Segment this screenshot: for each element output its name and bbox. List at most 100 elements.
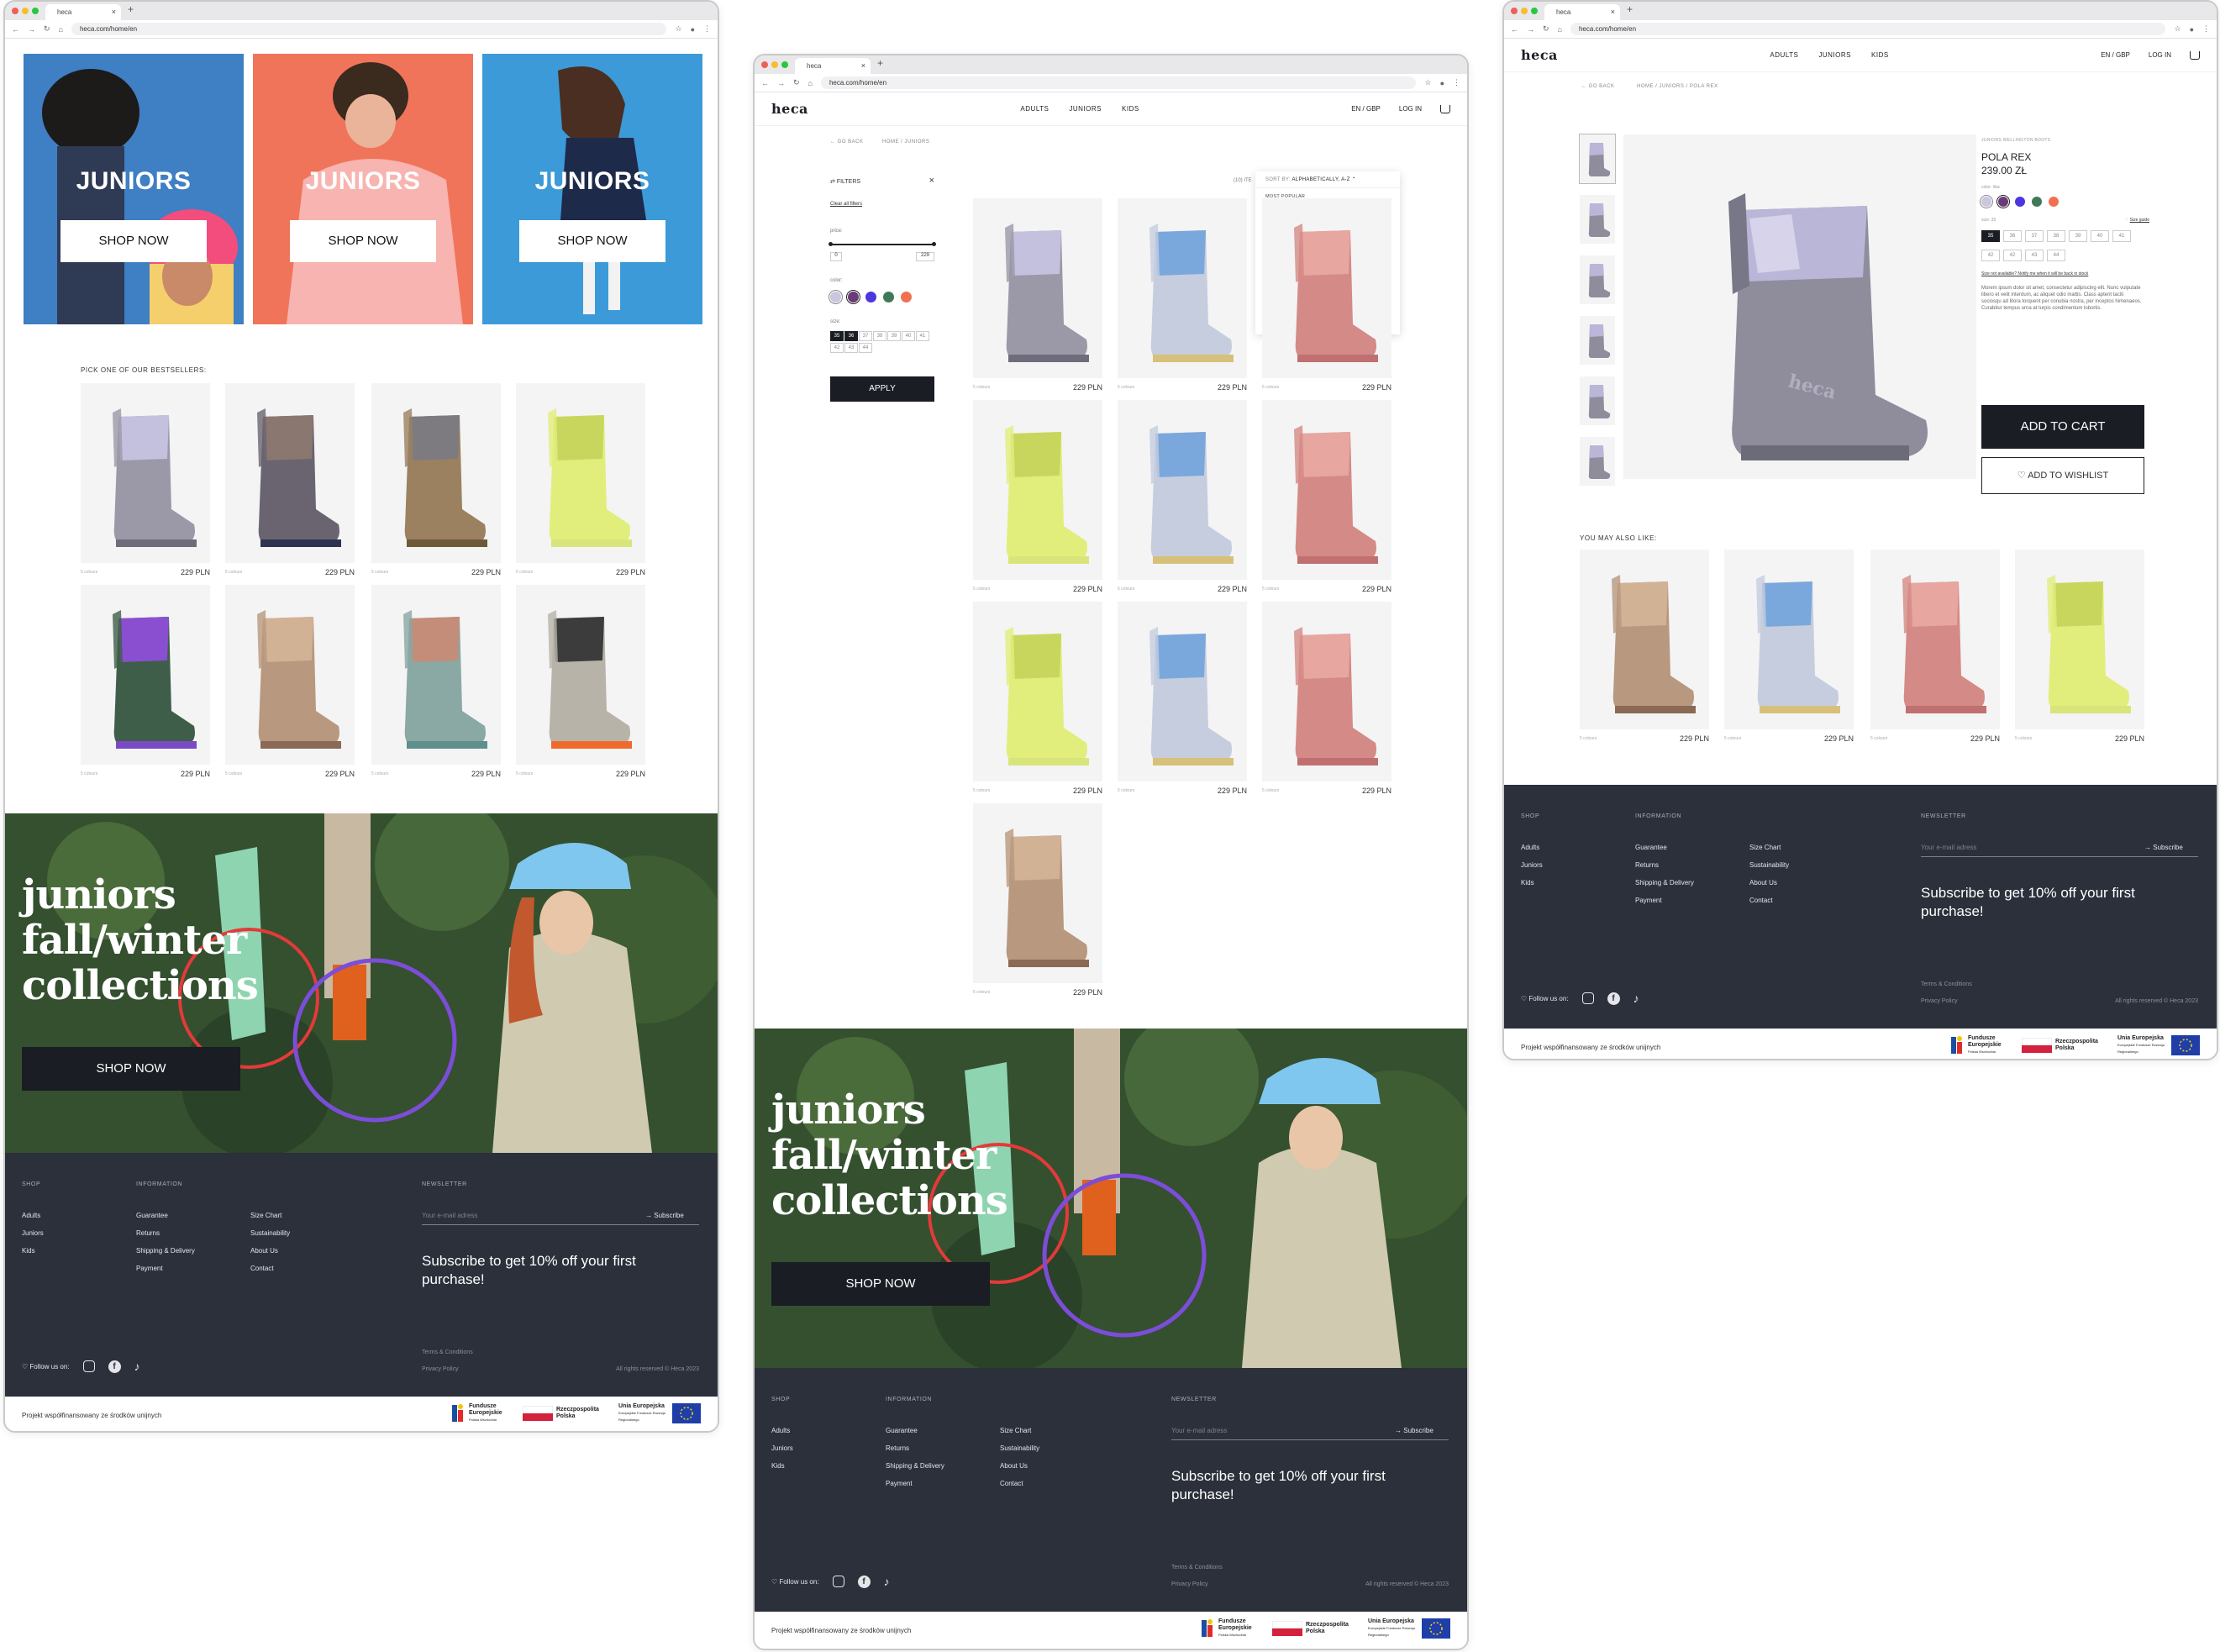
product-card[interactable]: 5 colours 229 PLN (371, 383, 501, 576)
product-card[interactable]: 5 colours 229 PLN (81, 585, 210, 778)
color-swatch[interactable] (2049, 196, 2059, 207)
size-option[interactable]: 37 (859, 331, 872, 341)
login-link[interactable]: LOG IN (2149, 51, 2171, 59)
browser-tab[interactable]: heca × (45, 4, 121, 20)
product-card[interactable]: 5 colours 229 PLN (1870, 550, 2000, 743)
privacy-link[interactable]: Privacy Policy (422, 1361, 473, 1378)
home-icon[interactable]: ⌂ (1558, 25, 1562, 34)
close-window-icon[interactable] (1511, 8, 1518, 14)
size-option[interactable]: 35 (1981, 230, 2000, 242)
footer-shop-link[interactable]: Juniors (22, 1224, 44, 1242)
url-field[interactable]: heca.com/home/en (1570, 23, 2166, 35)
terms-link[interactable]: Terms & Conditions (1921, 976, 1972, 993)
url-field[interactable]: heca.com/home/en (820, 76, 1417, 89)
home-icon[interactable]: ⌂ (59, 25, 63, 34)
size-option[interactable]: 44 (859, 343, 872, 353)
size-option[interactable]: 41 (2112, 230, 2131, 242)
product-image[interactable] (81, 383, 210, 563)
color-swatch[interactable] (865, 292, 876, 303)
product-image[interactable] (973, 400, 1102, 580)
new-tab-icon[interactable]: + (128, 3, 134, 15)
maximize-window-icon[interactable] (781, 61, 788, 68)
size-option[interactable]: 42 (2003, 250, 2022, 261)
footer-info-link[interactable]: Size Chart (250, 1207, 290, 1224)
banner-shop-now-button[interactable]: SHOP NOW (771, 1262, 990, 1306)
price-slider[interactable] (829, 242, 936, 246)
footer-info-link[interactable]: Returns (1635, 856, 1694, 874)
product-image[interactable] (1118, 400, 1247, 580)
product-image[interactable] (973, 803, 1102, 983)
nav-link[interactable]: JUNIORS (1818, 51, 1851, 59)
language-currency-selector[interactable]: EN / GBP (2101, 51, 2130, 59)
cart-icon[interactable] (2190, 50, 2200, 60)
new-tab-icon[interactable]: + (1627, 3, 1633, 15)
product-card[interactable]: 5 colours 229 PLN (516, 383, 645, 576)
footer-info-link[interactable]: Guarantee (886, 1422, 944, 1439)
heca-logo[interactable]: heca (771, 101, 808, 117)
product-card[interactable]: 5 colours 229 PLN (973, 602, 1102, 795)
minimize-window-icon[interactable] (1521, 8, 1528, 14)
bookmark-icon[interactable]: ☆ (2174, 24, 2181, 34)
footer-info-link[interactable]: Contact (1000, 1475, 1039, 1492)
product-card[interactable]: 5 colours 229 PLN (1724, 550, 1854, 743)
footer-info-link[interactable]: About Us (250, 1242, 290, 1260)
product-card[interactable]: 5 colours 229 PLN (1118, 602, 1247, 795)
instagram-icon[interactable] (832, 1576, 844, 1587)
cart-icon[interactable] (1440, 104, 1450, 113)
terms-link[interactable]: Terms & Conditions (422, 1344, 473, 1361)
browser-tab[interactable]: heca × (1544, 4, 1620, 20)
product-card[interactable]: 5 colours 229 PLN (973, 400, 1102, 593)
tiktok-icon[interactable]: ♪ (134, 1360, 140, 1373)
tiktok-icon[interactable]: ♪ (1633, 992, 1639, 1005)
footer-info-link[interactable]: Guarantee (136, 1207, 195, 1224)
minimize-window-icon[interactable] (22, 8, 29, 14)
subscribe-button[interactable]: → Subscribe (2144, 844, 2183, 851)
close-tab-icon[interactable]: × (861, 58, 865, 74)
product-card[interactable]: 5 colours 229 PLN (2015, 550, 2144, 743)
footer-info-link[interactable]: Payment (886, 1475, 944, 1492)
footer-info-link[interactable]: Sustainability (250, 1224, 290, 1242)
language-currency-selector[interactable]: EN / GBP (1351, 105, 1381, 113)
back-icon[interactable]: ← (761, 79, 769, 87)
close-window-icon[interactable] (761, 61, 768, 68)
product-image[interactable] (1870, 550, 2000, 729)
color-swatch[interactable] (901, 292, 912, 303)
maximize-window-icon[interactable] (1531, 8, 1538, 14)
close-filters-icon[interactable]: × (929, 176, 934, 186)
size-option[interactable]: 39 (887, 331, 901, 341)
product-image[interactable] (225, 585, 355, 765)
product-thumbnail[interactable] (1580, 437, 1615, 486)
footer-shop-link[interactable]: Kids (1521, 874, 1543, 892)
subscribe-button[interactable]: → Subscribe (1395, 1427, 1434, 1434)
product-card[interactable]: 5 colours 229 PLN (1580, 550, 1709, 743)
add-to-cart-button[interactable]: ADD TO CART (1981, 405, 2144, 449)
footer-info-link[interactable]: Size Chart (1749, 839, 1789, 856)
product-image[interactable] (1262, 400, 1391, 580)
footer-info-link[interactable]: About Us (1000, 1457, 1039, 1475)
footer-shop-link[interactable]: Adults (1521, 839, 1543, 856)
facebook-icon[interactable]: f (1607, 992, 1620, 1005)
add-to-wishlist-button[interactable]: ♡ ADD TO WISHLIST (1981, 457, 2144, 494)
tiktok-icon[interactable]: ♪ (884, 1575, 890, 1588)
footer-info-link[interactable]: Guarantee (1635, 839, 1694, 856)
size-option[interactable]: 41 (916, 331, 929, 341)
instagram-icon[interactable] (1581, 992, 1594, 1004)
close-tab-icon[interactable]: × (112, 4, 116, 20)
go-back-link[interactable]: ← GO BACK (1581, 84, 1615, 89)
size-option[interactable]: 40 (902, 331, 915, 341)
footer-shop-link[interactable]: Adults (22, 1207, 44, 1224)
product-image[interactable] (973, 198, 1102, 378)
forward-icon[interactable]: → (777, 79, 785, 87)
facebook-icon[interactable]: f (857, 1575, 871, 1588)
color-swatch[interactable] (2032, 196, 2042, 207)
product-thumbnail[interactable] (1580, 316, 1615, 365)
product-card[interactable]: 5 colours 229 PLN (1118, 400, 1247, 593)
color-swatch[interactable] (1979, 194, 1994, 209)
product-image[interactable] (371, 585, 501, 765)
color-swatch[interactable] (2015, 196, 2025, 207)
footer-info-link[interactable]: Contact (1749, 892, 1789, 909)
hero-card-1[interactable]: JUNIORS SHOP NOW (24, 54, 244, 324)
breadcrumb[interactable]: HOME / JUNIORS (882, 139, 929, 145)
profile-icon[interactable]: ● (2190, 25, 2194, 34)
product-image[interactable] (81, 585, 210, 765)
